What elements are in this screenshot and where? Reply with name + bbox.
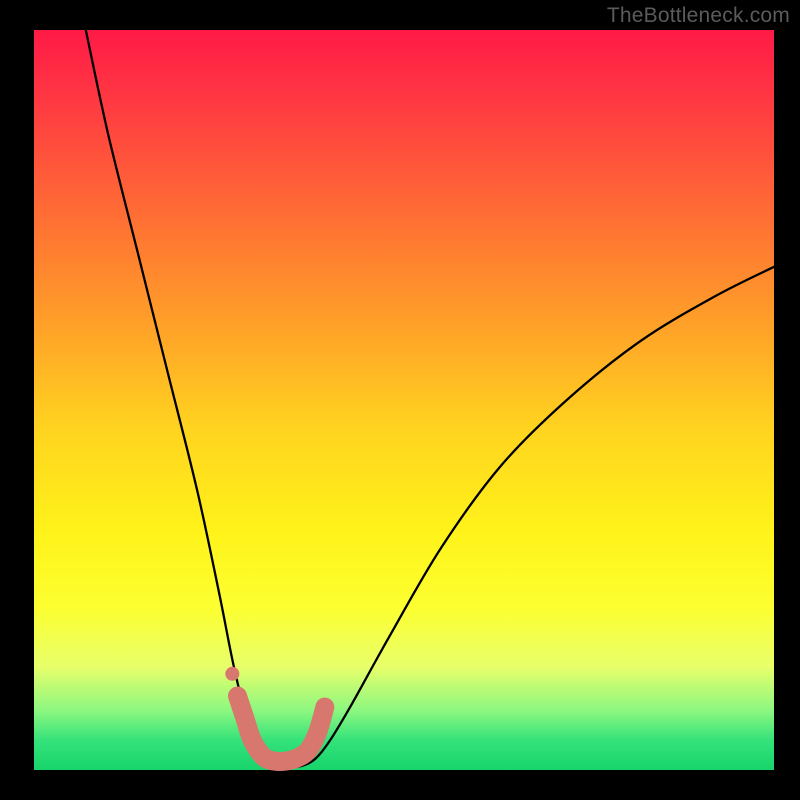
marker-band-path [238,696,325,762]
plot-area [34,30,774,770]
marker-dot [225,667,239,681]
watermark-text: TheBottleneck.com [607,4,790,28]
marker-layer [225,667,325,762]
bottleneck-curve-path [86,30,774,768]
chart-svg [34,30,774,770]
chart-frame: TheBottleneck.com [0,0,800,800]
curve-layer [86,30,774,768]
